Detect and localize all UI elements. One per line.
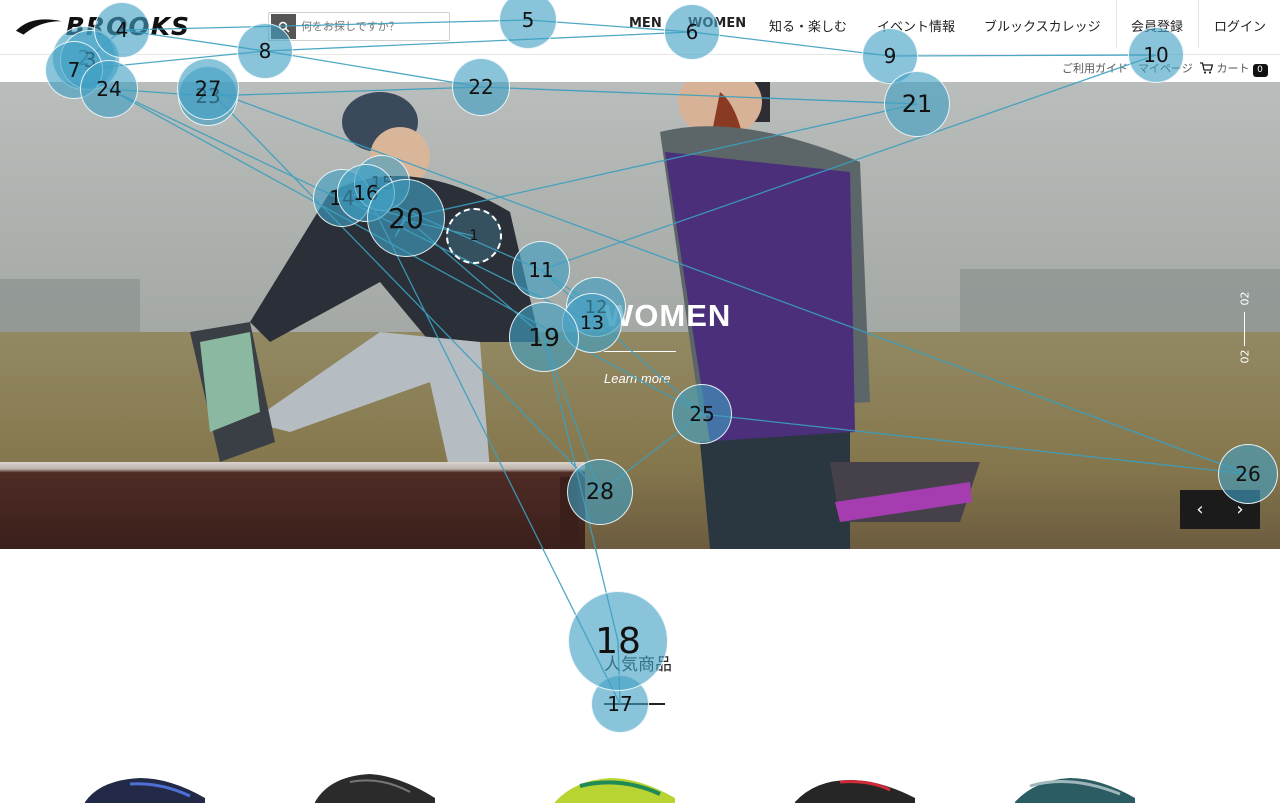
logo-wordmark: BROOKS [65, 11, 190, 41]
pager-current: 02 [1238, 349, 1252, 364]
hero-slider: WOMEN Learn more 02 02 ‹ › [0, 82, 1280, 549]
prev-slide-button[interactable]: ‹ [1180, 490, 1220, 529]
cart-icon [1200, 62, 1214, 74]
hotspot-marker: 18 [568, 591, 668, 691]
search-icon [278, 21, 290, 33]
pager-total: 02 [1238, 291, 1252, 306]
next-slide-button[interactable]: › [1220, 490, 1260, 529]
product-shoe-image[interactable] [550, 772, 680, 803]
nav-brooks-college[interactable]: ブルックスカレッジ [984, 16, 1101, 35]
nav-divider [1198, 0, 1199, 48]
hero-bench [0, 462, 585, 549]
slide-pager: 02 02 [1236, 290, 1254, 366]
search-box [268, 12, 450, 41]
mypage-link[interactable]: マイページ [1138, 60, 1193, 76]
pager-line [1244, 312, 1245, 346]
cart-label: カート [1216, 62, 1250, 75]
slider-controls: ‹ › [1180, 490, 1260, 529]
hero-divider [604, 351, 676, 352]
site-header: BROOKS MEN WOMEN 知る・楽しむ イベント情報 ブルックスカレッジ… [0, 0, 1280, 55]
product-shoe-image[interactable] [80, 772, 210, 803]
product-shoe-image[interactable] [1010, 772, 1140, 803]
brooks-logo[interactable]: BROOKS [14, 11, 190, 41]
learn-more-link[interactable]: Learn more [604, 371, 670, 386]
nav-divider [1116, 0, 1117, 48]
nav-women[interactable]: WOMEN [688, 16, 746, 31]
cart-count-badge: 0 [1252, 64, 1268, 77]
popular-title: 人気商品 [604, 655, 672, 675]
brooks-swoosh-icon [15, 19, 62, 35]
hero-title: WOMEN [604, 298, 732, 333]
search-input[interactable] [301, 20, 441, 33]
search-button[interactable] [271, 14, 296, 39]
nav-events[interactable]: イベント情報 [877, 16, 955, 35]
nav-register[interactable]: 会員登録 [1131, 16, 1183, 35]
cart-link[interactable]: カート 0 [1200, 60, 1268, 77]
chevron-right-icon: › [1236, 499, 1244, 520]
product-carousel [0, 760, 1280, 803]
section-underline [604, 703, 665, 705]
usage-guide-link[interactable]: ご利用ガイド [1062, 60, 1128, 76]
product-shoe-image[interactable] [310, 772, 440, 803]
hero-bench-leg [560, 477, 578, 549]
nav-login[interactable]: ログイン [1214, 16, 1266, 35]
nav-men[interactable]: MEN [629, 16, 662, 31]
nav-learn-enjoy[interactable]: 知る・楽しむ [769, 16, 847, 35]
chevron-left-icon: ‹ [1196, 499, 1204, 520]
product-shoe-image[interactable] [790, 772, 920, 803]
sub-navigation: ご利用ガイド マイページ カート 0 [0, 55, 1280, 82]
